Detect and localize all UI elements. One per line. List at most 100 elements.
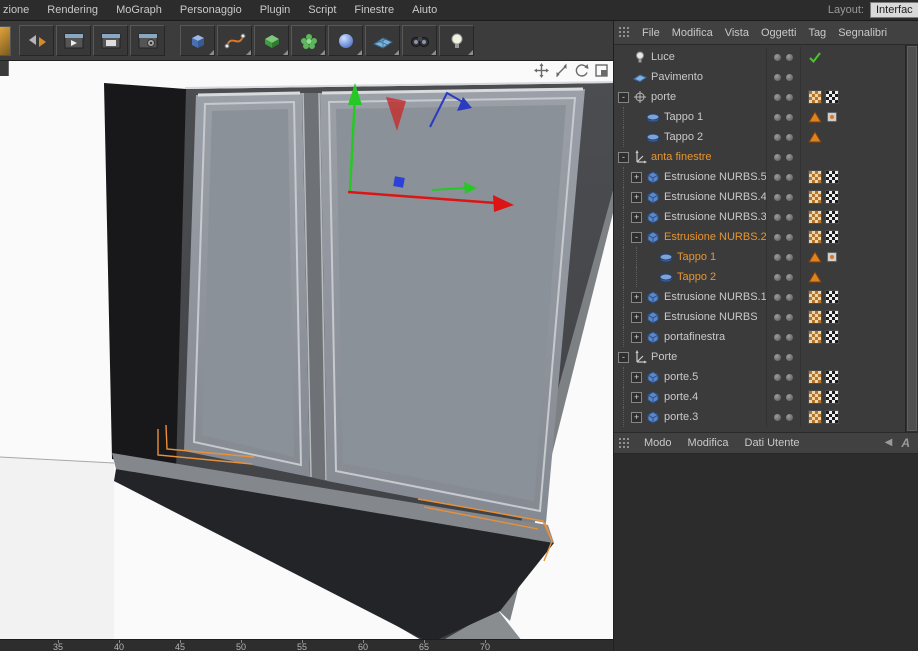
expander-icon[interactable]: + (631, 211, 642, 223)
render-picture-viewer-button[interactable] (93, 25, 128, 56)
visibility-dot[interactable] (786, 133, 793, 141)
texture-tag-brown-icon[interactable] (808, 210, 822, 224)
visibility-dot[interactable] (774, 253, 781, 261)
menu-script[interactable]: Script (299, 4, 345, 16)
layout-combobox[interactable]: Interfac (870, 2, 918, 18)
visibility-dot[interactable] (786, 393, 793, 401)
expander-icon[interactable]: + (631, 291, 642, 303)
visibility-dot[interactable] (774, 93, 781, 101)
visibility-dot[interactable] (774, 213, 781, 221)
menu-aiuto[interactable]: Aiuto (403, 4, 446, 16)
texture-tag-brown-icon[interactable] (808, 390, 822, 404)
tree-row-tappo-2[interactable]: Tappo 2 (614, 127, 905, 147)
visibility-dot[interactable] (774, 353, 781, 361)
texture-tag-icon[interactable] (825, 290, 839, 304)
undo-redo-button[interactable] (19, 25, 54, 56)
visibility-dot[interactable] (774, 273, 781, 281)
visibility-dot[interactable] (774, 413, 781, 421)
visibility-dot[interactable] (786, 253, 793, 261)
expander-icon[interactable]: + (631, 331, 642, 343)
om-menu-oggetti[interactable]: Oggetti (755, 27, 802, 39)
om-menu-segnalibri[interactable]: Segnalibri (832, 27, 893, 39)
texture-tag-icon[interactable] (825, 230, 839, 244)
metaball-button[interactable] (328, 25, 363, 56)
texture-tag-brown-icon[interactable] (808, 410, 822, 424)
visibility-dot[interactable] (786, 93, 793, 101)
floor-button[interactable] (365, 25, 400, 56)
visibility-dot[interactable] (786, 373, 793, 381)
texture-tag-icon[interactable] (825, 170, 839, 184)
primitive-cube-button[interactable] (180, 25, 215, 56)
om-menu-file[interactable]: File (636, 27, 666, 39)
texture-tag-icon[interactable] (825, 90, 839, 104)
tree-row-estrusione-nurbs-5[interactable]: + Estrusione NURBS.5 (614, 167, 905, 187)
texture-tag-icon[interactable] (825, 390, 839, 404)
texture-tag-brown-icon[interactable] (808, 90, 822, 104)
am-menu-modifica[interactable]: Modifica (680, 437, 737, 449)
visibility-dot[interactable] (774, 333, 781, 341)
expander-icon[interactable]: + (631, 371, 642, 383)
render-view-button[interactable] (56, 25, 91, 56)
expander-icon[interactable]: + (631, 391, 642, 403)
mograph-button[interactable] (291, 25, 326, 56)
visibility-dot[interactable] (774, 373, 781, 381)
visibility-dot[interactable] (786, 353, 793, 361)
render-settings-button[interactable] (130, 25, 165, 56)
texture-tag-icon[interactable] (825, 310, 839, 324)
texture-tag-brown-icon[interactable] (808, 370, 822, 384)
om-menu-tag[interactable]: Tag (802, 27, 832, 39)
om-menu-modifica[interactable]: Modifica (666, 27, 719, 39)
visibility-dot[interactable] (786, 113, 793, 121)
am-menu-modo[interactable]: Modo (636, 437, 680, 449)
tree-row-estrusione-nurbs[interactable]: + Estrusione NURBS (614, 307, 905, 327)
menu-zione[interactable]: zione (0, 4, 38, 16)
visibility-dot[interactable] (786, 173, 793, 181)
tree-row-porte[interactable]: - porte (614, 87, 905, 107)
phong-tag-icon[interactable] (808, 110, 822, 124)
am-menu-dati-utente[interactable]: Dati Utente (737, 437, 808, 449)
tree-row-pavimento[interactable]: Pavimento (614, 67, 905, 87)
visibility-dot[interactable] (786, 73, 793, 81)
visibility-dot[interactable] (774, 233, 781, 241)
visibility-dot[interactable] (774, 133, 781, 141)
tag-chip-icon[interactable] (825, 110, 839, 124)
visibility-dot[interactable] (786, 233, 793, 241)
visibility-dot[interactable] (786, 333, 793, 341)
expander-icon[interactable]: - (618, 151, 629, 163)
texture-tag-icon[interactable] (825, 190, 839, 204)
phong-tag-icon[interactable] (808, 130, 822, 144)
tree-row-estrusione-nurbs-3[interactable]: + Estrusione NURBS.3 (614, 207, 905, 227)
om-scrollbar-thumb[interactable] (907, 46, 917, 431)
texture-tag-brown-icon[interactable] (808, 330, 822, 344)
tree-row-porte-4[interactable]: + porte.4 (614, 387, 905, 407)
visibility-dot[interactable] (774, 293, 781, 301)
tree-row-tappo-1[interactable]: Tappo 1 (614, 247, 905, 267)
texture-tag-icon[interactable] (825, 370, 839, 384)
expander-icon[interactable]: - (631, 231, 642, 243)
menu-personaggio[interactable]: Personaggio (171, 4, 251, 16)
expander-icon[interactable]: - (618, 351, 629, 363)
om-scrollbar[interactable] (905, 45, 918, 432)
menu-rendering[interactable]: Rendering (38, 4, 107, 16)
generator-button[interactable] (254, 25, 289, 56)
tree-row-porte-3[interactable]: + porte.3 (614, 407, 905, 427)
visibility-dot[interactable] (774, 393, 781, 401)
visibility-dot[interactable] (774, 193, 781, 201)
spline-button[interactable] (217, 25, 252, 56)
visibility-dot[interactable] (774, 73, 781, 81)
texture-tag-brown-icon[interactable] (808, 230, 822, 244)
phong-tag-icon[interactable] (808, 270, 822, 284)
expander-icon[interactable]: + (631, 171, 642, 183)
visibility-dot[interactable] (786, 413, 793, 421)
tree-row-portafinestra[interactable]: + portafinestra (614, 327, 905, 347)
tree-row-estrusione-nurbs-2[interactable]: - Estrusione NURBS.2 (614, 227, 905, 247)
pan-camera-button[interactable] (534, 63, 549, 78)
expander-icon[interactable]: - (618, 91, 629, 103)
light-button[interactable] (439, 25, 474, 56)
expander-icon[interactable]: + (631, 311, 642, 323)
tree-row-porte[interactable]: - Porte (614, 347, 905, 367)
visibility-dot[interactable] (774, 113, 781, 121)
menu-plugin[interactable]: Plugin (251, 4, 300, 16)
visibility-dot[interactable] (786, 273, 793, 281)
visibility-dot[interactable] (786, 293, 793, 301)
